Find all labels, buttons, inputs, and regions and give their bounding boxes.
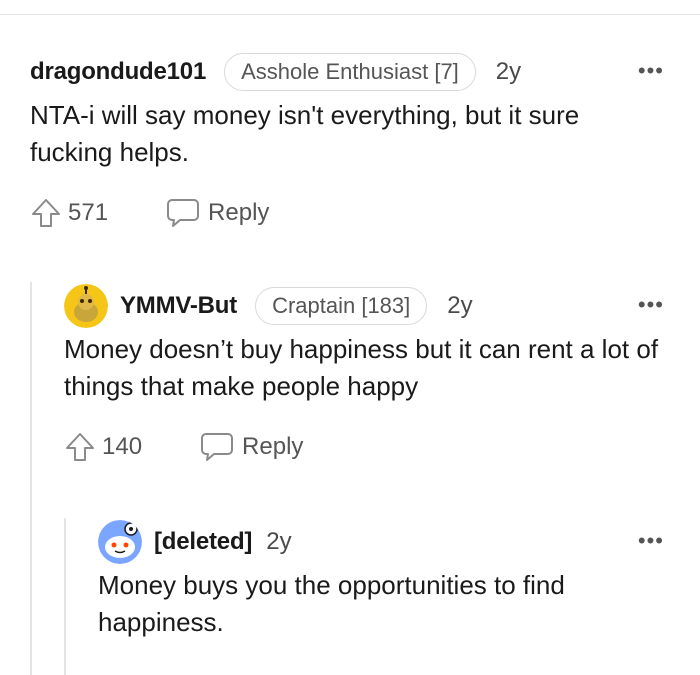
reply-button[interactable]: Reply [200, 431, 303, 463]
comment-body: Money doesn’t buy happiness but it can r… [64, 334, 659, 401]
avatar[interactable] [98, 520, 142, 564]
more-options-icon[interactable]: ••• [638, 528, 664, 554]
comment-username[interactable]: [deleted] [154, 528, 252, 556]
reply-bubble-icon [167, 199, 200, 227]
comment-actions: 140 Reply [64, 431, 664, 463]
user-flair: Craptain [183] [255, 287, 428, 325]
user-flair: Asshole Enthusiast [7] [224, 53, 476, 91]
vote-count: 140 [102, 433, 143, 460]
comment-age: 2y [266, 528, 292, 555]
upvote-button[interactable]: 571 [30, 197, 108, 229]
more-options-icon[interactable]: ••• [638, 292, 664, 318]
comment-meta: YMMV-But Craptain [183] 2y [64, 284, 664, 328]
reply-label: Reply [208, 199, 270, 226]
vote-count: 571 [68, 199, 109, 226]
more-options-icon[interactable]: ••• [638, 58, 664, 84]
comment-body: Money buys you the opportunities to find… [98, 570, 565, 637]
upvote-button[interactable]: 140 [64, 431, 142, 463]
thread-line-level-1[interactable] [30, 282, 32, 675]
comment-meta: dragondude101 Asshole Enthusiast [7] 2y [30, 52, 664, 92]
comment-username[interactable]: YMMV-But [120, 292, 237, 320]
thread-line-level-2[interactable] [64, 518, 66, 675]
comment-actions: 571 Reply [30, 197, 664, 229]
top-divider [0, 14, 700, 15]
reply-label: Reply [242, 433, 304, 460]
comment-age: 2y [495, 58, 522, 85]
comment-age: 2y [447, 292, 473, 319]
avatar[interactable] [64, 284, 108, 328]
upvote-arrow-icon [32, 199, 60, 227]
comment: YMMV-But Craptain [183] 2y ••• Money doe… [64, 284, 664, 463]
comment-body: NTA-i will say money isn't everything, b… [30, 100, 580, 167]
comment: dragondude101 Asshole Enthusiast [7] 2y … [30, 52, 664, 229]
upvote-arrow-icon [66, 433, 94, 461]
comment-username[interactable]: dragondude101 [30, 58, 206, 86]
reply-button[interactable]: Reply [166, 197, 269, 229]
comment-meta: [deleted] 2y [98, 520, 664, 564]
comment: [deleted] 2y ••• Money buys you the oppo… [98, 520, 664, 641]
reply-bubble-icon [201, 433, 234, 461]
